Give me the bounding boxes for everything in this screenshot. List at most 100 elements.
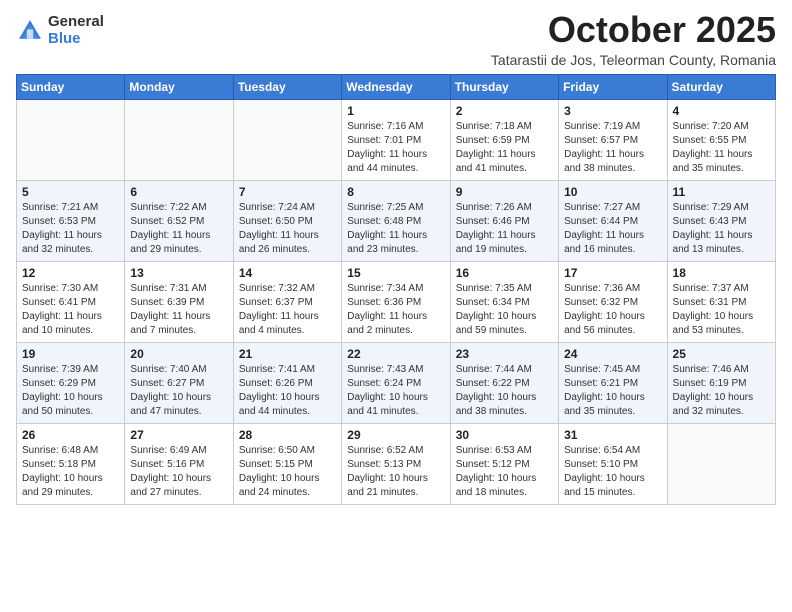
day-number: 4 [673, 104, 770, 118]
day-info: Sunrise: 7:46 AMSunset: 6:19 PMDaylight:… [673, 363, 770, 419]
col-friday: Friday [559, 74, 667, 99]
day-info: Sunrise: 7:22 AMSunset: 6:52 PMDaylight:… [130, 201, 227, 257]
day-number: 29 [347, 428, 444, 442]
day-info: Sunrise: 7:21 AMSunset: 6:53 PMDaylight:… [22, 201, 119, 257]
day-number: 27 [130, 428, 227, 442]
day-number: 3 [564, 104, 661, 118]
table-row: 21Sunrise: 7:41 AMSunset: 6:26 PMDayligh… [233, 342, 341, 423]
day-number: 16 [456, 266, 553, 280]
day-info: Sunrise: 7:34 AMSunset: 6:36 PMDaylight:… [347, 282, 444, 338]
day-info: Sunrise: 7:37 AMSunset: 6:31 PMDaylight:… [673, 282, 770, 338]
day-info: Sunrise: 7:30 AMSunset: 6:41 PMDaylight:… [22, 282, 119, 338]
col-monday: Monday [125, 74, 233, 99]
table-row: 12 Sunrise: 7:30 AMSunset: 6:41 PMDayligh… [17, 261, 125, 342]
calendar-week-row: 12 Sunrise: 7:30 AMSunset: 6:41 PMDayligh… [17, 261, 776, 342]
day-info: Sunrise: 7:45 AMSunset: 6:21 PMDaylight:… [564, 363, 661, 419]
table-row: 15Sunrise: 7:34 AMSunset: 6:36 PMDayligh… [342, 261, 450, 342]
day-number: 12 [22, 266, 119, 280]
table-row: 26 Sunrise: 6:48 AMSunset: 5:18 PMDayligh… [17, 423, 125, 504]
table-row: 22 Sunrise: 7:43 AMSunset: 6:24 PMDayligh… [342, 342, 450, 423]
table-row: 8 Sunrise: 7:25 AMSunset: 6:48 PMDaylight… [342, 180, 450, 261]
table-row: 4 Sunrise: 7:20 AMSunset: 6:55 PMDaylight… [667, 99, 775, 180]
table-row: 3 Sunrise: 7:19 AMSunset: 6:57 PMDaylight… [559, 99, 667, 180]
day-number: 30 [456, 428, 553, 442]
day-number: 9 [456, 185, 553, 199]
calendar-week-row: 1Sunrise: 7:16 AMSunset: 7:01 PMDaylight… [17, 99, 776, 180]
day-number: 5 [22, 185, 119, 199]
calendar-table: Sunday Monday Tuesday Wednesday Thursday… [16, 74, 776, 505]
table-row: 28 Sunrise: 6:50 AMSunset: 5:15 PMDayligh… [233, 423, 341, 504]
calendar-week-row: 19 Sunrise: 7:39 AMSunset: 6:29 PMDayligh… [17, 342, 776, 423]
day-number: 19 [22, 347, 119, 361]
header: General Blue October 2025 Tatarastii de … [16, 10, 776, 68]
day-info: Sunrise: 7:39 AMSunset: 6:29 PMDaylight:… [22, 363, 119, 419]
day-number: 24 [564, 347, 661, 361]
col-thursday: Thursday [450, 74, 558, 99]
day-info: Sunrise: 6:53 AMSunset: 5:12 PMDaylight:… [456, 444, 553, 500]
day-number: 28 [239, 428, 336, 442]
table-row: 23 Sunrise: 7:44 AMSunset: 6:22 PMDayligh… [450, 342, 558, 423]
table-row: 27 Sunrise: 6:49 AMSunset: 5:16 PMDayligh… [125, 423, 233, 504]
table-row: 20 Sunrise: 7:40 AMSunset: 6:27 PMDayligh… [125, 342, 233, 423]
table-row: 31Sunrise: 6:54 AMSunset: 5:10 PMDayligh… [559, 423, 667, 504]
day-number: 25 [673, 347, 770, 361]
calendar-week-row: 26 Sunrise: 6:48 AMSunset: 5:18 PMDayligh… [17, 423, 776, 504]
table-row: 10Sunrise: 7:27 AMSunset: 6:44 PMDayligh… [559, 180, 667, 261]
logo-text: General Blue [48, 14, 104, 47]
calendar-week-row: 5 Sunrise: 7:21 AMSunset: 6:53 PMDaylight… [17, 180, 776, 261]
table-row: 13 Sunrise: 7:31 AMSunset: 6:39 PMDayligh… [125, 261, 233, 342]
col-tuesday: Tuesday [233, 74, 341, 99]
day-info: Sunrise: 7:19 AMSunset: 6:57 PMDaylight:… [564, 120, 661, 176]
day-info: Sunrise: 6:52 AMSunset: 5:13 PMDaylight:… [347, 444, 444, 500]
table-row: 11Sunrise: 7:29 AMSunset: 6:43 PMDayligh… [667, 180, 775, 261]
table-row: 29 Sunrise: 6:52 AMSunset: 5:13 PMDayligh… [342, 423, 450, 504]
day-info: Sunrise: 6:49 AMSunset: 5:16 PMDaylight:… [130, 444, 227, 500]
table-row: 6Sunrise: 7:22 AMSunset: 6:52 PMDaylight… [125, 180, 233, 261]
logo: General Blue [16, 14, 104, 47]
table-row: 7 Sunrise: 7:24 AMSunset: 6:50 PMDaylight… [233, 180, 341, 261]
table-row [233, 99, 341, 180]
table-row: 25 Sunrise: 7:46 AMSunset: 6:19 PMDayligh… [667, 342, 775, 423]
col-saturday: Saturday [667, 74, 775, 99]
day-info: Sunrise: 7:31 AMSunset: 6:39 PMDaylight:… [130, 282, 227, 338]
day-info: Sunrise: 7:24 AMSunset: 6:50 PMDaylight:… [239, 201, 336, 257]
day-info: Sunrise: 7:41 AMSunset: 6:26 PMDaylight:… [239, 363, 336, 419]
table-row: 24 Sunrise: 7:45 AMSunset: 6:21 PMDayligh… [559, 342, 667, 423]
day-number: 26 [22, 428, 119, 442]
day-info: Sunrise: 6:48 AMSunset: 5:18 PMDaylight:… [22, 444, 119, 500]
day-number: 31 [564, 428, 661, 442]
day-info: Sunrise: 7:26 AMSunset: 6:46 PMDaylight:… [456, 201, 553, 257]
day-info: Sunrise: 7:36 AMSunset: 6:32 PMDaylight:… [564, 282, 661, 338]
table-row: 17 Sunrise: 7:36 AMSunset: 6:32 PMDayligh… [559, 261, 667, 342]
day-info: Sunrise: 7:20 AMSunset: 6:55 PMDaylight:… [673, 120, 770, 176]
day-number: 7 [239, 185, 336, 199]
day-info: Sunrise: 7:27 AMSunset: 6:44 PMDaylight:… [564, 201, 661, 257]
title-block: October 2025 Tatarastii de Jos, Teleorma… [491, 10, 776, 68]
col-wednesday: Wednesday [342, 74, 450, 99]
table-row: 18 Sunrise: 7:37 AMSunset: 6:31 PMDayligh… [667, 261, 775, 342]
table-row [125, 99, 233, 180]
table-row: 9 Sunrise: 7:26 AMSunset: 6:46 PMDaylight… [450, 180, 558, 261]
day-info: Sunrise: 7:18 AMSunset: 6:59 PMDaylight:… [456, 120, 553, 176]
day-info: Sunrise: 7:44 AMSunset: 6:22 PMDaylight:… [456, 363, 553, 419]
table-row: 2Sunrise: 7:18 AMSunset: 6:59 PMDaylight… [450, 99, 558, 180]
day-info: Sunrise: 7:35 AMSunset: 6:34 PMDaylight:… [456, 282, 553, 338]
day-info: Sunrise: 7:40 AMSunset: 6:27 PMDaylight:… [130, 363, 227, 419]
table-row: 30 Sunrise: 6:53 AMSunset: 5:12 PMDayligh… [450, 423, 558, 504]
page: General Blue October 2025 Tatarastii de … [0, 0, 792, 612]
day-number: 20 [130, 347, 227, 361]
day-info: Sunrise: 7:32 AMSunset: 6:37 PMDaylight:… [239, 282, 336, 338]
day-number: 18 [673, 266, 770, 280]
day-info: Sunrise: 7:25 AMSunset: 6:48 PMDaylight:… [347, 201, 444, 257]
table-row: 14Sunrise: 7:32 AMSunset: 6:37 PMDayligh… [233, 261, 341, 342]
col-sunday: Sunday [17, 74, 125, 99]
day-number: 23 [456, 347, 553, 361]
day-info: Sunrise: 6:50 AMSunset: 5:15 PMDaylight:… [239, 444, 336, 500]
day-number: 13 [130, 266, 227, 280]
day-number: 22 [347, 347, 444, 361]
day-number: 17 [564, 266, 661, 280]
day-number: 8 [347, 185, 444, 199]
day-info: Sunrise: 7:29 AMSunset: 6:43 PMDaylight:… [673, 201, 770, 257]
day-info: Sunrise: 7:43 AMSunset: 6:24 PMDaylight:… [347, 363, 444, 419]
day-number: 1 [347, 104, 444, 118]
